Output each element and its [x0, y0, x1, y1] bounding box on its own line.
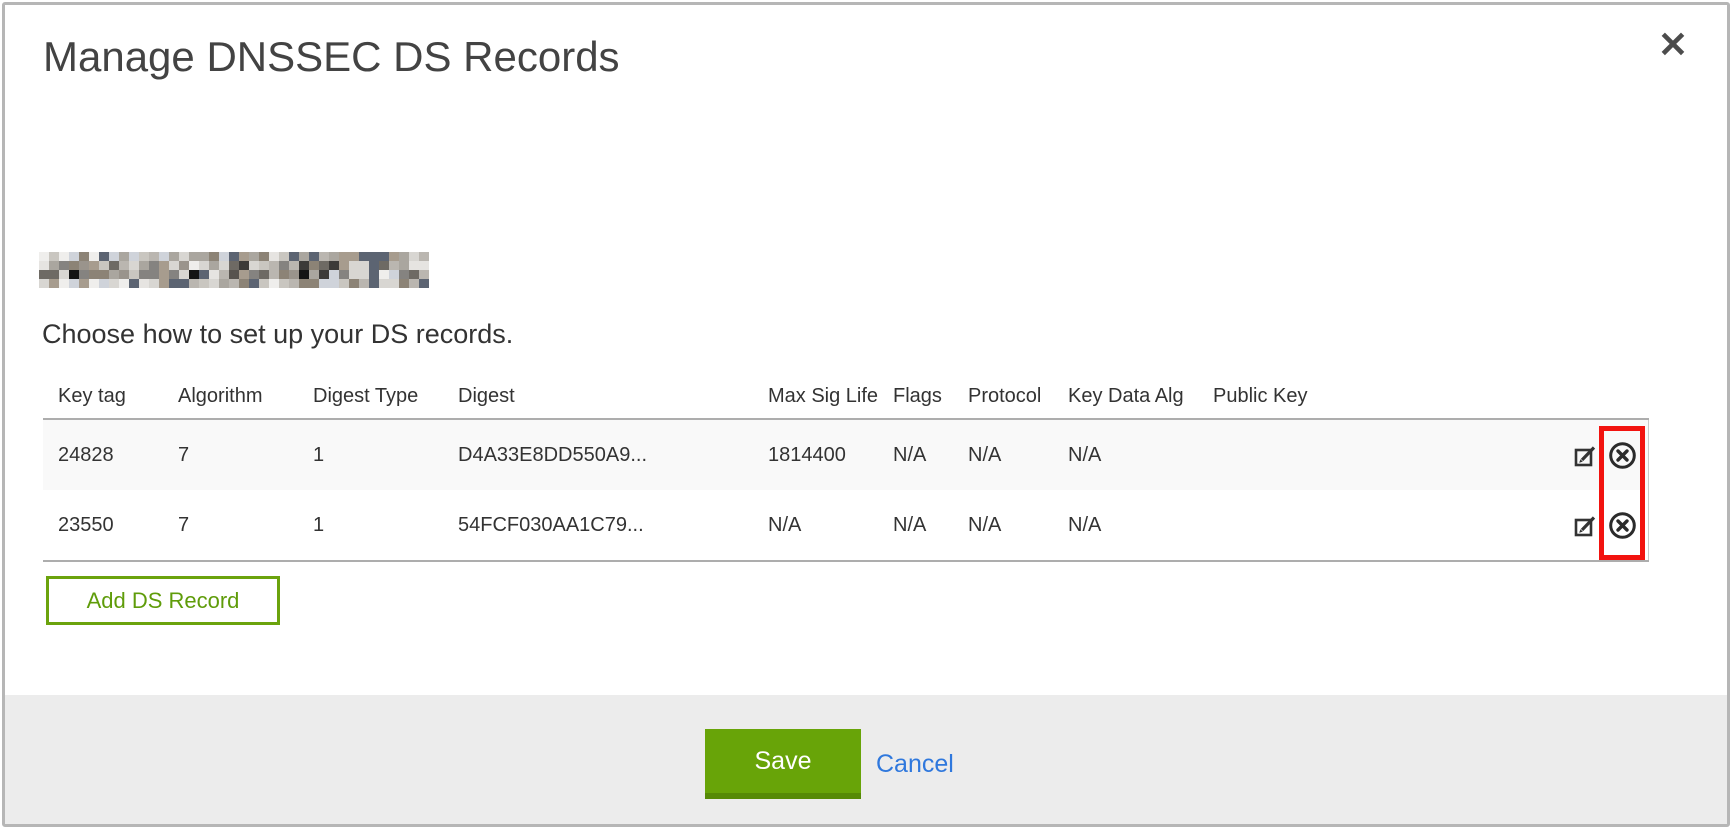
col-header-actions: [1453, 375, 1648, 419]
cell-key-data-alg: N/A: [1053, 419, 1198, 490]
redacted-domain-name: [39, 252, 429, 288]
cell-digest: D4A33E8DD550A9...: [443, 419, 753, 490]
circle-x-icon: [1607, 440, 1638, 471]
cell-algorithm: 7: [163, 490, 298, 561]
table-row: 23550 7 1 54FCF030AA1C79... N/A N/A N/A …: [43, 490, 1648, 561]
col-header-protocol: Protocol: [953, 375, 1053, 419]
ds-records-table: Key tag Algorithm Digest Type Digest Max…: [43, 375, 1649, 562]
cancel-link[interactable]: Cancel: [876, 750, 954, 779]
delete-record-button[interactable]: [1607, 510, 1638, 541]
cell-protocol: N/A: [953, 419, 1053, 490]
cell-protocol: N/A: [953, 490, 1053, 561]
table-row: 24828 7 1 D4A33E8DD550A9... 1814400 N/A …: [43, 419, 1648, 490]
col-header-digest-type: Digest Type: [298, 375, 443, 419]
cell-max-sig-life: N/A: [753, 490, 878, 561]
cell-flags: N/A: [878, 419, 953, 490]
col-header-algorithm: Algorithm: [163, 375, 298, 419]
instruction-text: Choose how to set up your DS records.: [42, 319, 513, 350]
col-header-digest: Digest: [443, 375, 753, 419]
cell-algorithm: 7: [163, 419, 298, 490]
col-header-max-sig-life: Max Sig Life: [753, 375, 878, 419]
close-x-icon: ✕: [1658, 24, 1688, 65]
cell-key-data-alg: N/A: [1053, 490, 1198, 561]
col-header-key-tag: Key tag: [43, 375, 163, 419]
close-button[interactable]: ✕: [1651, 23, 1695, 67]
cell-public-key: [1198, 490, 1453, 561]
cell-flags: N/A: [878, 490, 953, 561]
table-header-row: Key tag Algorithm Digest Type Digest Max…: [43, 375, 1648, 419]
cell-digest-type: 1: [298, 490, 443, 561]
cell-key-tag: 24828: [43, 419, 163, 490]
dnssec-modal: Manage DNSSEC DS Records ✕ Choose how to…: [2, 2, 1730, 827]
circle-x-icon: [1607, 510, 1638, 541]
edit-pencil-square-icon: [1573, 443, 1598, 468]
cell-key-tag: 23550: [43, 490, 163, 561]
col-header-public-key: Public Key: [1198, 375, 1453, 419]
modal-footer: Save Cancel: [5, 695, 1727, 824]
col-header-key-data-alg: Key Data Alg: [1053, 375, 1198, 419]
save-button[interactable]: Save: [705, 729, 861, 799]
cell-digest-type: 1: [298, 419, 443, 490]
col-header-flags: Flags: [878, 375, 953, 419]
page-title: Manage DNSSEC DS Records: [43, 33, 620, 81]
cell-digest: 54FCF030AA1C79...: [443, 490, 753, 561]
cell-max-sig-life: 1814400: [753, 419, 878, 490]
edit-record-button[interactable]: [1573, 513, 1598, 538]
edit-record-button[interactable]: [1573, 443, 1598, 468]
delete-record-button[interactable]: [1607, 440, 1638, 471]
cell-public-key: [1198, 419, 1453, 490]
edit-pencil-square-icon: [1573, 513, 1598, 538]
add-ds-record-button[interactable]: Add DS Record: [46, 576, 280, 625]
